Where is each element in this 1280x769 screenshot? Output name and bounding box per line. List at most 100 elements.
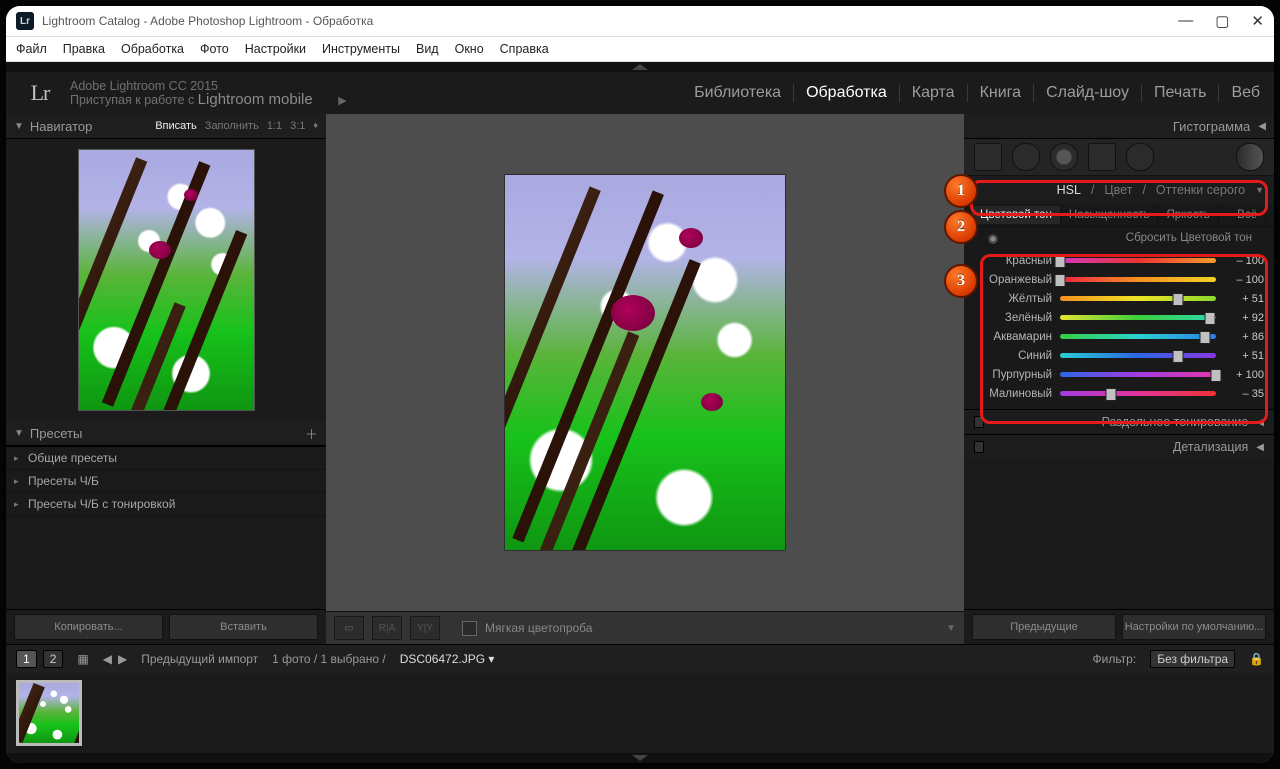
detail-header[interactable]: Детализация ◀ [964, 434, 1274, 459]
identity-plate[interactable]: Adobe Lightroom CC 2015 Приступая к рабо… [70, 79, 347, 108]
zoom-fill[interactable]: Заполнить [205, 120, 259, 132]
panel-switch-icon[interactable] [974, 441, 984, 453]
redeye-tool[interactable] [1050, 143, 1078, 171]
paste-button[interactable]: Вставить [169, 614, 318, 640]
zoom-3-1[interactable]: 3:1 [290, 120, 305, 132]
hue-slider[interactable]: Красный– 100 [974, 251, 1264, 270]
menu-tools[interactable]: Инструменты [322, 42, 400, 56]
slider-value[interactable]: + 51 [1224, 350, 1264, 362]
module-book[interactable]: Книга [980, 84, 1021, 102]
slider-handle[interactable] [1172, 350, 1183, 363]
menu-view[interactable]: Вид [416, 42, 439, 56]
copy-button[interactable]: Копировать... [14, 614, 163, 640]
slider-track[interactable] [1060, 334, 1216, 339]
hue-slider[interactable]: Синий+ 51 [974, 346, 1264, 365]
preset-folder[interactable]: Общие пресеты [6, 447, 326, 470]
slider-handle[interactable] [1055, 255, 1066, 268]
image-canvas[interactable] [326, 114, 964, 611]
reset-hue[interactable]: Сбросить Цветовой тон [1126, 232, 1252, 244]
slider-value[interactable]: + 86 [1224, 331, 1264, 343]
menu-develop[interactable]: Обработка [121, 42, 184, 56]
hue-slider[interactable]: Пурпурный+ 100 [974, 365, 1264, 384]
radial-tool[interactable] [1126, 143, 1154, 171]
histogram-header[interactable]: Гистограмма ◀ [964, 114, 1274, 139]
close-button[interactable]: ✕ [1251, 12, 1264, 30]
hue-slider[interactable]: Малиновый– 35 [974, 384, 1264, 403]
filmstrip-thumbnail[interactable] [16, 680, 82, 746]
module-library[interactable]: Библиотека [694, 84, 781, 102]
hue-slider[interactable]: Аквамарин+ 86 [974, 327, 1264, 346]
module-develop[interactable]: Обработка [806, 84, 887, 102]
hsl-panel-header[interactable]: HSL / Цвет / Оттенки серого ▼ [964, 176, 1274, 204]
slider-track[interactable] [1060, 353, 1216, 358]
softproof-checkbox[interactable] [462, 621, 477, 636]
module-map[interactable]: Карта [912, 84, 955, 102]
hue-slider[interactable]: Зелёный+ 92 [974, 308, 1264, 327]
module-slideshow[interactable]: Слайд-шоу [1046, 84, 1129, 102]
color-tab[interactable]: Цвет [1104, 183, 1132, 197]
slider-handle[interactable] [1204, 312, 1215, 325]
nav-next-icon[interactable]: ▶ [118, 652, 127, 666]
slider-value[interactable]: – 100 [1224, 255, 1264, 267]
view-pill-1[interactable]: 1 [16, 650, 37, 668]
filter-lock-icon[interactable]: 🔒 [1249, 652, 1264, 666]
nav-prev-icon[interactable]: ◀ [103, 652, 112, 666]
slider-handle[interactable] [1211, 369, 1222, 382]
slider-handle[interactable] [1055, 274, 1066, 287]
before-after-tb-button[interactable]: Y|Y [410, 616, 440, 640]
hsl-tab[interactable]: HSL [1057, 183, 1081, 197]
subtab-luminance[interactable]: Яркость [1158, 206, 1218, 224]
before-after-lr-button[interactable]: R|A [372, 616, 402, 640]
slider-handle[interactable] [1200, 331, 1211, 344]
previous-button[interactable]: Предыдущие [972, 614, 1116, 640]
presets-header[interactable]: ▼ Пресеты ＋ [6, 421, 326, 446]
zoom-fit[interactable]: Вписать [155, 120, 197, 132]
grid-icon[interactable]: ▦ [77, 652, 88, 666]
target-adjust-icon[interactable]: ◉ [988, 231, 998, 245]
preset-folder[interactable]: Пресеты Ч/Б [6, 470, 326, 493]
menu-settings[interactable]: Настройки [245, 42, 306, 56]
filter-dropdown[interactable]: Без фильтра [1150, 650, 1235, 668]
source-label[interactable]: Предыдущий импорт [141, 652, 258, 666]
subtab-saturation[interactable]: Насыщенность [1061, 206, 1159, 224]
slider-value[interactable]: + 51 [1224, 293, 1264, 305]
menu-window[interactable]: Окно [455, 42, 484, 56]
spot-tool[interactable] [1012, 143, 1040, 171]
view-pill-2[interactable]: 2 [43, 650, 64, 668]
grayscale-tab[interactable]: Оттенки серого [1156, 183, 1245, 197]
add-preset-icon[interactable]: ＋ [305, 424, 318, 443]
brush-tool[interactable] [1236, 143, 1264, 171]
menu-help[interactable]: Справка [500, 42, 549, 56]
preset-folder[interactable]: Пресеты Ч/Б с тонировкой [6, 493, 326, 516]
minimize-button[interactable]: — [1178, 12, 1193, 30]
navigator-header[interactable]: ▼ Навигатор Вписать Заполнить 1:1 3:1 ♦ [6, 114, 326, 139]
bottom-panel-toggle[interactable] [6, 753, 1274, 763]
navigator-preview[interactable] [6, 139, 326, 421]
subtab-all[interactable]: Всё [1229, 206, 1266, 224]
zoom-more-icon[interactable]: ♦ [313, 120, 318, 132]
gradient-tool[interactable] [1088, 143, 1116, 171]
toolbar-expand-icon[interactable]: ▼ [946, 623, 956, 634]
menu-photo[interactable]: Фото [200, 42, 229, 56]
module-print[interactable]: Печать [1154, 84, 1206, 102]
loupe-view-button[interactable]: ▭ [334, 616, 364, 640]
slider-value[interactable]: – 35 [1224, 388, 1264, 400]
filmstrip[interactable] [6, 673, 1274, 753]
hue-slider[interactable]: Оранжевый– 100 [974, 270, 1264, 289]
subtab-hue[interactable]: Цветовой тон [972, 206, 1061, 224]
menu-edit[interactable]: Правка [63, 42, 105, 56]
slider-track[interactable] [1060, 277, 1216, 282]
crop-tool[interactable] [974, 143, 1002, 171]
zoom-1-1[interactable]: 1:1 [267, 120, 282, 132]
slider-track[interactable] [1060, 315, 1216, 320]
maximize-button[interactable]: ▢ [1215, 12, 1229, 30]
hue-slider[interactable]: Жёлтый+ 51 [974, 289, 1264, 308]
module-web[interactable]: Веб [1231, 84, 1260, 102]
panel-switch-icon[interactable] [974, 416, 984, 428]
slider-value[interactable]: + 100 [1224, 369, 1264, 381]
slider-track[interactable] [1060, 296, 1216, 301]
menu-file[interactable]: Файл [16, 42, 47, 56]
filename[interactable]: DSC06472.JPG ▾ [400, 652, 495, 666]
split-toning-header[interactable]: Раздельное тонирование ◀ [964, 409, 1274, 434]
slider-value[interactable]: + 92 [1224, 312, 1264, 324]
